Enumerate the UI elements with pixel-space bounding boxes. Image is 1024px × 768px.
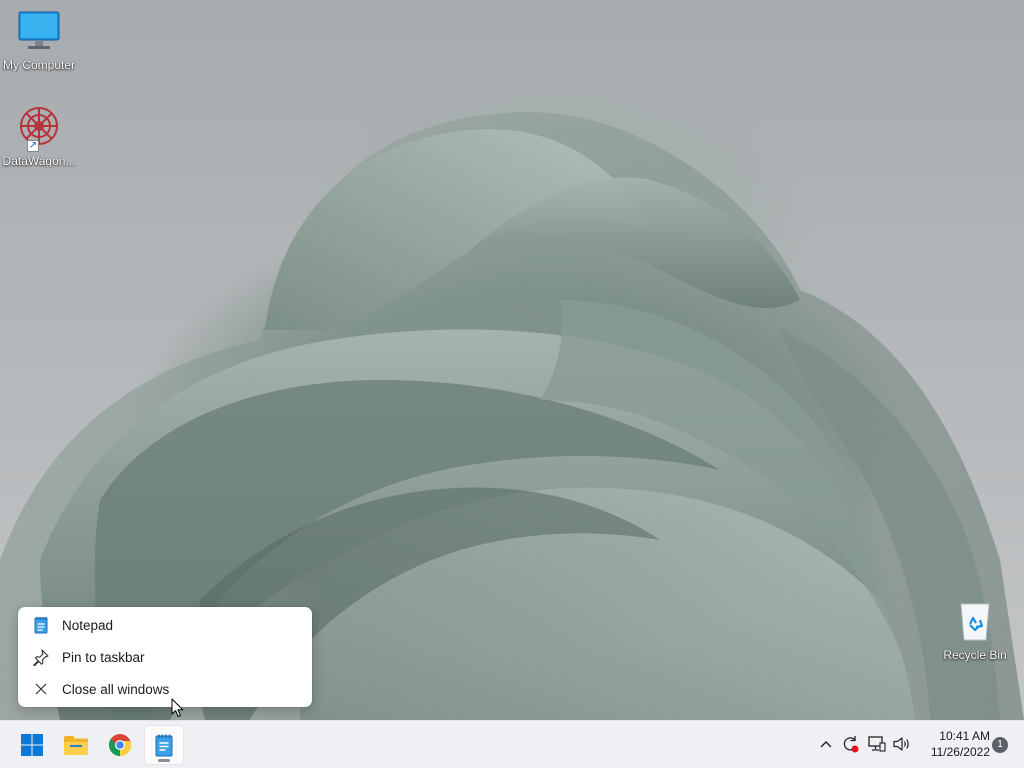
chrome-taskbar-button[interactable] (100, 725, 140, 765)
volume-button[interactable] (892, 734, 912, 754)
network-button[interactable] (866, 734, 886, 754)
notification-badge[interactable]: 1 (992, 737, 1008, 753)
file-explorer-taskbar-button[interactable] (56, 725, 96, 765)
desktop-icon-my-computer[interactable]: My Computer (0, 8, 78, 72)
pin-icon (32, 648, 50, 666)
folder-icon (64, 736, 88, 755)
clock-date: 11/26/2022 (930, 745, 990, 759)
system-tray: 10:41 AM 11/26/2022 1 (804, 721, 1024, 768)
notepad-icon (155, 734, 173, 757)
desktop-icon-label: Recycle Bin (943, 648, 1007, 662)
mouse-cursor-icon (171, 698, 184, 717)
notepad-taskbar-button[interactable] (144, 725, 184, 765)
notepad-icon (32, 616, 50, 634)
clock[interactable]: 10:41 AM 11/26/2022 (920, 728, 990, 760)
sync-status-button[interactable] (840, 734, 860, 754)
taskbar: 10:41 AM 11/26/2022 1 (0, 720, 1024, 768)
clock-time: 10:41 AM (939, 729, 990, 743)
menu-item-notepad[interactable]: Notepad (18, 609, 312, 641)
speaker-icon (893, 737, 909, 751)
shortcut-arrow-icon: ↗ (27, 140, 39, 152)
running-indicator (158, 759, 170, 762)
menu-item-label: Close all windows (62, 681, 170, 697)
datawagon-logo-icon: ↗ (15, 104, 63, 152)
taskbar-jump-list-menu: Notepad Pin to taskbar Close all windows (18, 607, 312, 707)
monitor-icon (15, 8, 63, 56)
desktop-icon-label: DataWagon... (2, 154, 76, 168)
show-hidden-icons-button[interactable] (816, 734, 836, 754)
menu-item-label: Notepad (62, 617, 114, 633)
recycle-bin-icon (951, 598, 999, 646)
menu-item-pin-to-taskbar[interactable]: Pin to taskbar (18, 641, 312, 673)
network-icon (868, 736, 886, 752)
chrome-icon (108, 734, 132, 757)
close-icon (32, 680, 50, 698)
menu-item-close-all-windows[interactable]: Close all windows (18, 673, 312, 705)
desktop-icon-datawagon[interactable]: ↗ DataWagon... (0, 104, 78, 168)
sync-alert-icon (843, 736, 859, 753)
chevron-up-icon (820, 741, 832, 748)
menu-item-label: Pin to taskbar (62, 649, 145, 665)
desktop[interactable]: My Computer ↗ DataWagon... Recycle Bin N… (0, 0, 1024, 768)
start-button[interactable] (12, 725, 52, 765)
windows-logo-icon (21, 734, 43, 756)
desktop-icon-label: My Computer (2, 58, 76, 72)
desktop-icon-recycle-bin[interactable]: Recycle Bin (936, 598, 1014, 662)
